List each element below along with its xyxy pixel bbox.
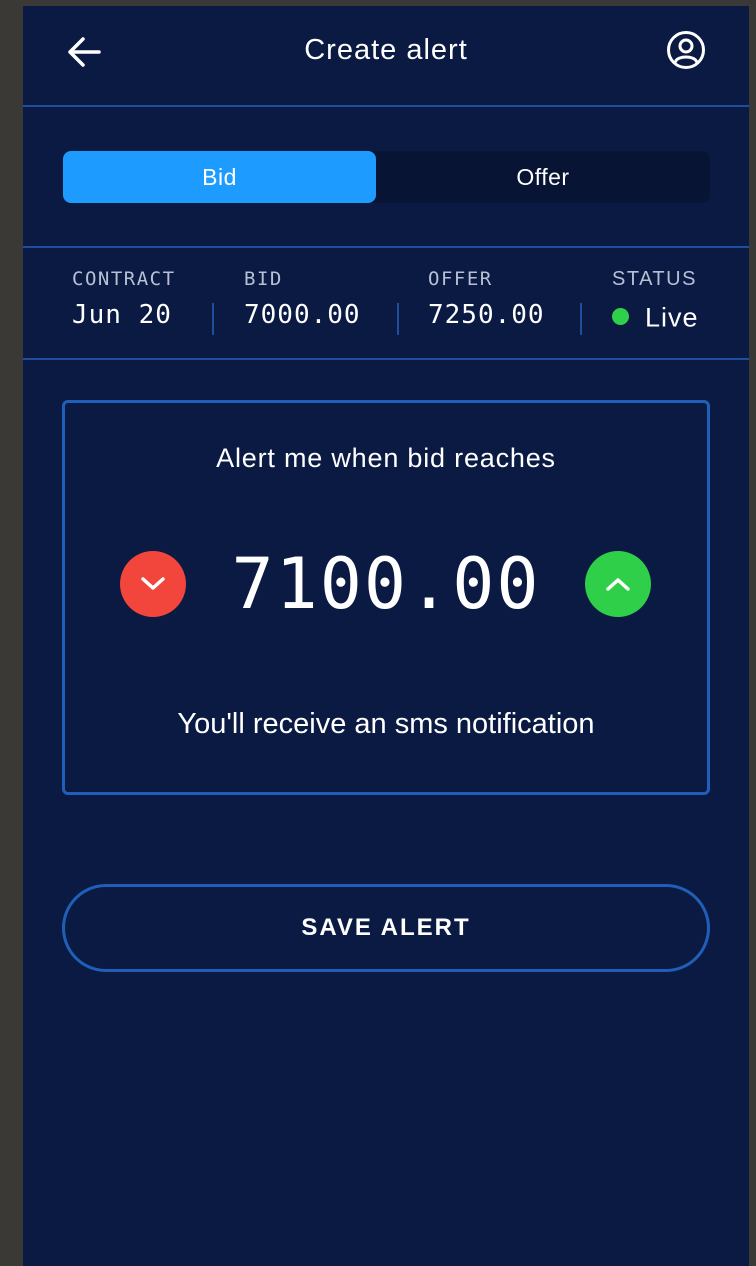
chevron-up-icon [606,578,630,591]
bid-offer-toggle: Bid Offer [63,151,710,203]
header: Create alert [23,6,749,107]
bid-column: BID 7000.00 [244,268,361,330]
divider [212,303,214,335]
live-status-dot [612,307,629,325]
notification-note: You'll receive an sms notification [177,708,595,740]
offer-label: OFFER [428,268,493,290]
status-text: Live [645,302,699,333]
toggle-bid[interactable]: Bid [63,151,376,203]
offer-value: 7250.00 [428,300,545,330]
bid-label: BID [244,268,283,290]
user-circle-icon [667,31,705,69]
divider [397,303,399,335]
contract-info-strip: CONTRACT Jun 20 BID 7000.00 OFFER 7250.0… [23,246,749,360]
save-alert-button[interactable]: SAVE ALERT [62,884,710,972]
divider [580,303,582,335]
alert-prompt: Alert me when bid reaches [216,443,556,473]
page-title: Create alert [304,34,468,66]
contract-column: CONTRACT Jun 20 [72,268,176,330]
alert-card: Alert me when bid reaches 7100.00 You'll… [62,400,710,795]
offer-column: OFFER 7250.00 [428,268,545,330]
bid-value: 7000.00 [244,300,361,330]
account-button[interactable] [664,28,708,72]
contract-label: CONTRACT [72,268,176,290]
increase-button[interactable] [585,551,651,617]
status-label: STATUS [612,268,697,290]
toggle-offer[interactable]: Offer [376,151,710,203]
app-screen: Create alert Bid Offer CONTRACT Jun 20 B… [23,6,749,1266]
contract-value: Jun 20 [72,300,172,330]
status-value: Live [612,301,699,334]
status-column: STATUS Live [612,268,699,334]
